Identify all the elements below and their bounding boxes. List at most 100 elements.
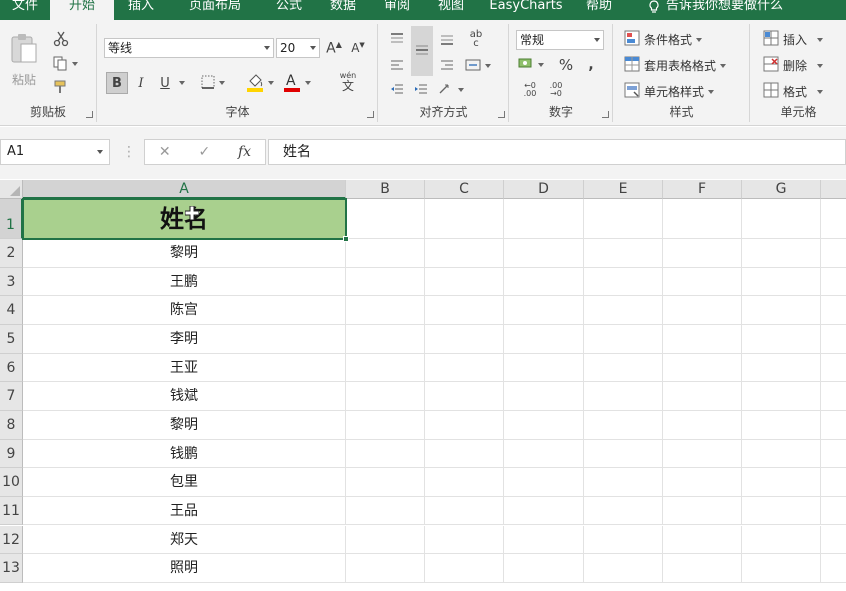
row-header-1[interactable]: 1 (0, 199, 23, 239)
fill-color-button[interactable] (244, 70, 276, 96)
row-header-9[interactable]: 9 (0, 439, 23, 469)
conditional-format-button[interactable]: 条件格式 (624, 30, 703, 49)
format-painter-button[interactable] (50, 78, 72, 98)
cancel-entry-icon[interactable]: ✕ (159, 144, 171, 160)
name-box[interactable]: A1 (0, 139, 110, 165)
cell-A4[interactable]: 陈宫 (23, 296, 346, 325)
comma-button[interactable]: , (582, 54, 600, 76)
cell[interactable] (584, 525, 663, 555)
paste-button[interactable]: 粘贴 (6, 28, 42, 92)
font-color-button[interactable]: A (280, 70, 314, 96)
increase-indent-button[interactable] (411, 80, 431, 100)
cell[interactable] (504, 525, 584, 555)
row-header-12[interactable]: 12 (0, 525, 23, 555)
cell[interactable] (821, 440, 846, 469)
cell[interactable] (346, 324, 425, 354)
cell[interactable] (584, 267, 663, 297)
row-header-5[interactable]: 5 (0, 324, 23, 354)
row-header-4[interactable]: 4 (0, 296, 23, 325)
cell-A10[interactable]: 包里 (23, 468, 346, 497)
cell[interactable] (663, 296, 742, 325)
cell[interactable] (742, 554, 821, 583)
tab-8[interactable]: EasyCharts (478, 0, 574, 20)
row-header-13[interactable]: 13 (0, 554, 23, 583)
cell[interactable] (504, 353, 584, 383)
increase-font-button[interactable]: A▲ (324, 38, 344, 58)
cell-A5[interactable]: 李明 (23, 324, 346, 354)
cell[interactable] (504, 267, 584, 297)
column-header-D[interactable]: D (504, 180, 584, 199)
cell[interactable] (742, 468, 821, 497)
cell[interactable] (346, 525, 425, 555)
cell[interactable] (504, 439, 584, 469)
cell[interactable] (821, 239, 846, 268)
cell[interactable] (821, 354, 846, 383)
cell[interactable] (425, 199, 504, 239)
select-all-button[interactable] (0, 180, 23, 199)
merge-center-button[interactable] (463, 56, 493, 76)
row-header-6[interactable]: 6 (0, 353, 23, 383)
cell[interactable] (821, 526, 846, 555)
cell[interactable] (346, 554, 425, 583)
decrease-indent-button[interactable] (387, 80, 407, 100)
cell[interactable] (742, 382, 821, 411)
cell[interactable] (425, 382, 504, 411)
percent-button[interactable]: % (556, 54, 576, 76)
column-header-extra[interactable] (821, 180, 846, 199)
cell-A6[interactable]: 王亚 (23, 353, 346, 383)
cell-A7[interactable]: 钱斌 (23, 382, 346, 411)
tab-2[interactable]: 插入 (114, 0, 168, 20)
cell[interactable] (821, 497, 846, 526)
tab-5[interactable]: 数据 (316, 0, 370, 20)
cell[interactable] (821, 199, 846, 239)
cell[interactable] (663, 239, 742, 268)
cell[interactable] (663, 496, 742, 526)
column-header-G[interactable]: G (742, 180, 821, 199)
cell-A9[interactable]: 钱鹏 (23, 439, 346, 469)
cell[interactable] (742, 410, 821, 440)
cell[interactable] (504, 382, 584, 411)
cell[interactable] (425, 324, 504, 354)
align-top-button[interactable] (387, 30, 407, 50)
cell[interactable] (425, 353, 504, 383)
cell[interactable] (821, 296, 846, 325)
copy-button[interactable] (50, 54, 80, 74)
cell[interactable] (663, 554, 742, 583)
phonetic-button[interactable]: wén 文 (330, 68, 366, 96)
cell-A8[interactable]: 黎明 (23, 410, 346, 440)
tab-1[interactable]: 开始 (50, 0, 114, 20)
cell[interactable] (425, 296, 504, 325)
cell[interactable] (504, 199, 584, 239)
format-as-table-button[interactable]: 套用表格格式 (624, 56, 727, 75)
row-header-10[interactable]: 10 (0, 468, 23, 497)
tell-me-box[interactable]: 告诉我你想要做什么 (648, 0, 783, 17)
cell[interactable] (742, 353, 821, 383)
align-right-button[interactable] (437, 56, 457, 76)
cell[interactable] (504, 468, 584, 497)
cell[interactable] (663, 439, 742, 469)
cell[interactable] (346, 410, 425, 440)
delete-cells-button[interactable]: 删除 (763, 56, 824, 75)
decrease-font-button[interactable]: A▼ (348, 38, 368, 58)
cell[interactable] (346, 496, 425, 526)
row-header-11[interactable]: 11 (0, 496, 23, 526)
cell-A2[interactable]: 黎明 (23, 239, 346, 268)
cell[interactable] (425, 468, 504, 497)
clipboard-launcher-icon[interactable] (86, 111, 93, 118)
cell[interactable] (504, 496, 584, 526)
cut-button[interactable] (50, 30, 72, 50)
cell[interactable] (663, 410, 742, 440)
cell[interactable] (346, 296, 425, 325)
tab-4[interactable]: 公式 (262, 0, 316, 20)
bold-button[interactable]: B (106, 72, 128, 94)
cell[interactable] (663, 267, 742, 297)
column-header-A[interactable]: A (23, 180, 346, 199)
cell[interactable] (742, 296, 821, 325)
cell[interactable] (584, 239, 663, 268)
cell[interactable] (821, 268, 846, 297)
cell[interactable] (742, 199, 821, 239)
cell[interactable] (584, 324, 663, 354)
cell[interactable] (584, 199, 663, 239)
cell[interactable] (663, 525, 742, 555)
format-cells-button[interactable]: 格式 (763, 82, 824, 101)
